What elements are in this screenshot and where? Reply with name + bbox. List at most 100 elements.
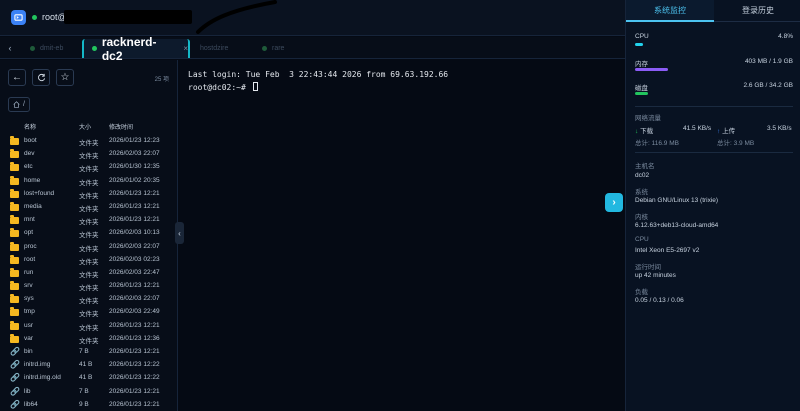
file-row[interactable]: media 文件夹 2026/01/23 12:21 — [0, 201, 178, 214]
file-modified: 2026/01/02 20:35 — [109, 176, 160, 184]
upload-rate: ↑ 上传 — [717, 125, 735, 135]
load-label: 负载 — [635, 289, 648, 296]
file-modified: 2026/01/23 12:21 — [109, 216, 160, 224]
file-row[interactable]: 🔗 initrd.img 41 B 2026/01/23 12:22 — [0, 359, 178, 372]
folder-icon — [10, 281, 19, 291]
file-row[interactable]: 🔗 initrd.img.old 41 B 2026/01/23 12:22 — [0, 372, 178, 385]
file-row[interactable]: tmp 文件夹 2026/02/03 22:49 — [0, 306, 178, 319]
os-value: Debian GNU/Linux 13 (trixie) — [635, 197, 719, 204]
system-monitor-panel: 系统监控 登录历史 CPU 4.8% 内存 403 MB / 1.9 GB 磁盘… — [625, 0, 800, 411]
file-name: proc — [24, 242, 37, 250]
file-modified: 2026/02/03 10:13 — [109, 229, 160, 237]
file-modified: 2026/02/03 22:07 — [109, 295, 160, 303]
column-name[interactable]: 名称 — [24, 122, 36, 131]
top-bar: root@7 — [0, 0, 625, 36]
chevron-right-icon[interactable]: › — [605, 193, 623, 212]
file-name: opt — [24, 229, 34, 237]
folder-icon — [10, 162, 19, 172]
file-name: usr — [24, 321, 34, 329]
file-modified: 2026/02/03 22:07 — [109, 242, 160, 250]
breadcrumb[interactable]: / — [8, 97, 30, 112]
file-modified: 2026/01/23 12:21 — [109, 189, 160, 197]
item-count: 25 项 — [154, 77, 169, 83]
file-name: initrd.img.old — [24, 374, 61, 382]
file-modified: 2026/02/03 22:47 — [109, 268, 160, 276]
file-size: 文件夹 — [79, 311, 99, 319]
tab-hostdzire[interactable]: hostdzire — [192, 39, 252, 58]
file-list: boot 文件夹 2026/01/23 12:23 dev 文件夹 2026/02/03 … — [0, 135, 178, 411]
file-row[interactable]: 🔗 lib64 9 B 2026/01/23 12:21 — [0, 399, 178, 411]
file-row[interactable]: dev 文件夹 2026/02/03 22:07 — [0, 148, 178, 161]
file-name: bin — [24, 348, 33, 355]
load-value: 0.05 / 0.13 / 0.06 — [635, 297, 684, 304]
file-size: 文件夹 — [79, 324, 99, 332]
file-row[interactable]: var 文件夹 2026/01/23 12:36 — [0, 333, 178, 346]
cpu-label: CPU — [635, 33, 649, 40]
file-modified: 2026/02/03 22:49 — [109, 308, 160, 316]
tab-racknerd-dc2[interactable]: racknerd-dc2 × — [82, 35, 190, 63]
cpu-usage-bar — [635, 43, 643, 46]
tab-label: hostdzire — [200, 45, 229, 52]
kernel-value: 6.12.63+deb13-cloud-amd64 — [635, 222, 719, 229]
star-icon[interactable]: ☆ — [56, 69, 74, 86]
tab-system-monitor[interactable]: 系统监控 — [626, 0, 714, 22]
folder-icon — [10, 215, 19, 225]
memory-label: 内存 — [635, 61, 648, 68]
close-icon[interactable]: × — [183, 44, 188, 53]
file-row[interactable]: opt 文件夹 2026/02/03 10:13 — [0, 227, 178, 240]
file-size: 文件夹 — [79, 298, 99, 306]
file-row[interactable]: 🔗 lib 7 B 2026/01/23 12:21 — [0, 386, 178, 399]
tab-rare[interactable]: rare — [254, 39, 314, 58]
file-row[interactable]: home 文件夹 2026/01/02 20:35 — [0, 175, 178, 188]
file-row[interactable]: boot 文件夹 2026/01/23 12:23 — [0, 135, 178, 148]
file-row[interactable]: usr 文件夹 2026/01/23 12:21 — [0, 320, 178, 333]
file-row[interactable]: root 文件夹 2026/02/03 02:23 — [0, 254, 178, 267]
file-name: tmp — [24, 308, 35, 316]
file-name: lib64 — [24, 400, 38, 408]
os-label: 系统 — [635, 189, 648, 196]
link-icon: 🔗 — [10, 386, 20, 396]
file-row[interactable]: etc 文件夹 2026/01/30 12:35 — [0, 161, 178, 174]
file-size: 文件夹 — [79, 219, 99, 227]
column-size[interactable]: 大小 — [79, 122, 91, 131]
tab-dmit-eb[interactable]: dmit-eb — [22, 39, 82, 58]
file-name: dev — [24, 150, 35, 158]
file-row[interactable]: run 文件夹 2026/02/03 22:47 — [0, 267, 178, 280]
redaction-scribble — [196, 0, 277, 34]
file-row[interactable]: sys 文件夹 2026/02/03 22:07 — [0, 293, 178, 306]
terminal-prompt: root@dc02:~# — [188, 83, 251, 92]
file-modified: 2026/01/30 12:35 — [109, 163, 160, 171]
terminal[interactable]: Last login: Tue Feb 3 22:43:44 2026 from… — [184, 60, 625, 411]
back-arrow-icon[interactable]: ← — [8, 69, 26, 86]
chevron-left-icon[interactable]: ‹ — [4, 41, 16, 55]
refresh-icon[interactable] — [32, 69, 50, 86]
app-logo-icon[interactable] — [11, 10, 26, 25]
file-name: media — [24, 202, 42, 210]
cpu-metric: CPU 4.8% — [635, 33, 793, 49]
file-row[interactable]: srv 文件夹 2026/01/23 12:21 — [0, 280, 178, 293]
file-modified: 2026/01/23 12:21 — [109, 321, 160, 329]
file-row[interactable]: lost+found 文件夹 2026/01/23 12:21 — [0, 188, 178, 201]
download-total: 总计: 116.9 MB — [635, 140, 679, 147]
kernel-label: 内核 — [635, 214, 648, 221]
file-name: boot — [24, 137, 37, 144]
tab-login-history[interactable]: 登录历史 — [714, 0, 800, 22]
connection-status-dot — [32, 15, 37, 20]
collapse-panel-handle[interactable]: ‹ — [175, 222, 184, 244]
file-modified: 2026/02/03 02:23 — [109, 255, 160, 263]
file-row[interactable]: mnt 文件夹 2026/01/23 12:21 — [0, 214, 178, 227]
file-row[interactable]: 🔗 bin 7 B 2026/01/23 12:21 — [0, 346, 178, 359]
file-size: 41 B — [79, 361, 93, 369]
column-modified[interactable]: 修改时间 — [109, 122, 133, 131]
file-browser-panel: ← ☆ 25 项 / 名称 大小 修改时间 boot 文件夹 2026/01/23 … — [0, 60, 178, 411]
file-modified: 2026/01/23 12:21 — [109, 400, 160, 408]
file-name: srv — [24, 282, 33, 290]
link-icon: 🔗 — [10, 399, 20, 409]
folder-icon — [10, 294, 19, 304]
memory-metric: 内存 403 MB / 1.9 GB — [635, 58, 793, 74]
file-modified: 2026/01/23 12:21 — [109, 348, 160, 355]
file-size: 文件夹 — [79, 153, 99, 161]
file-row[interactable]: proc 文件夹 2026/02/03 22:07 — [0, 241, 178, 254]
uptime-value: up 42 minutes — [635, 272, 676, 279]
folder-icon — [10, 333, 19, 343]
